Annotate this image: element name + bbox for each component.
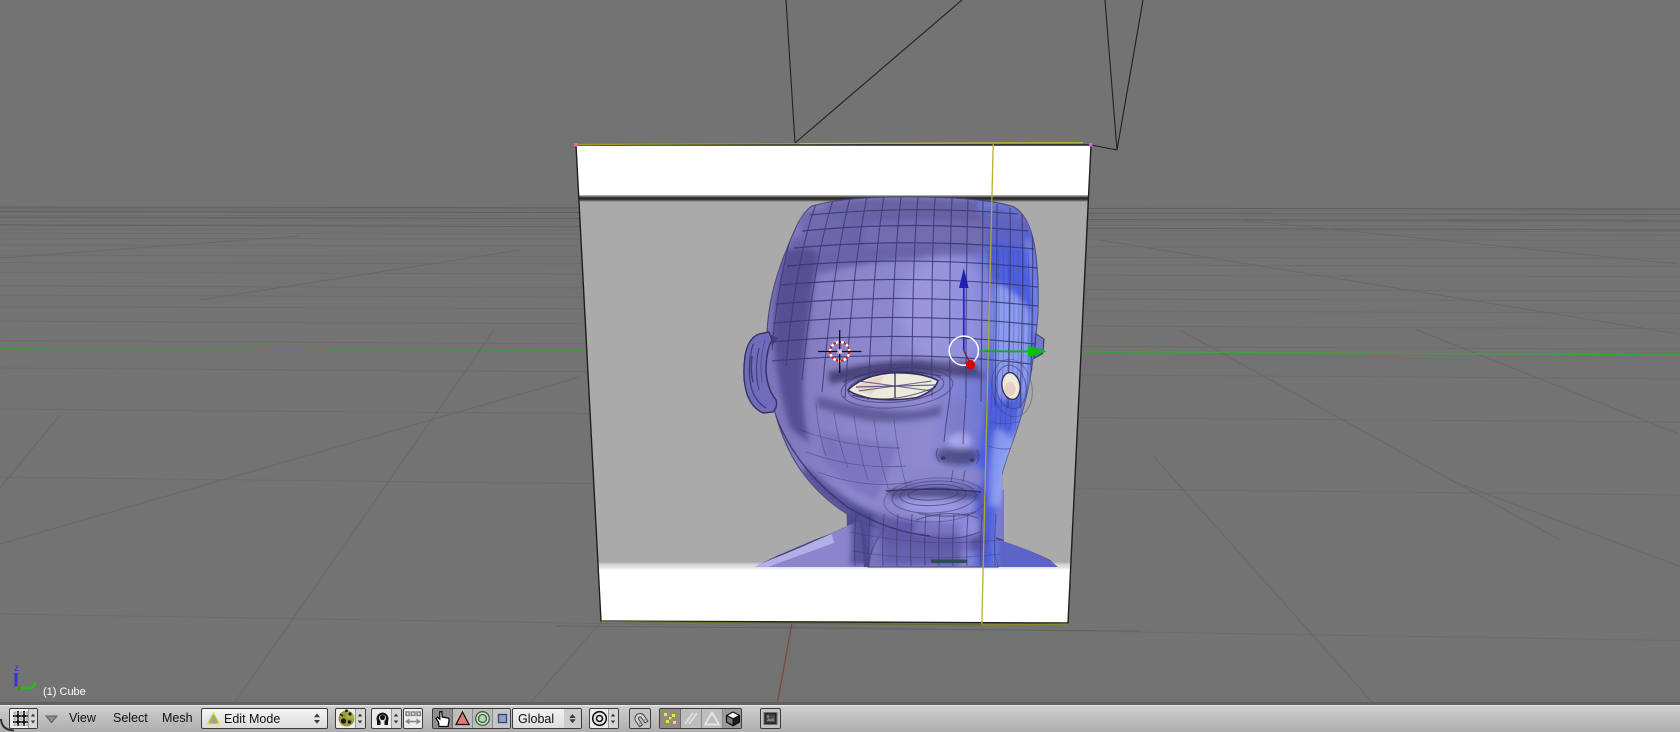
svg-text:x: x [17, 682, 22, 692]
svg-text:(1) Cube: (1) Cube [43, 686, 86, 698]
svg-text:z: z [14, 663, 19, 674]
